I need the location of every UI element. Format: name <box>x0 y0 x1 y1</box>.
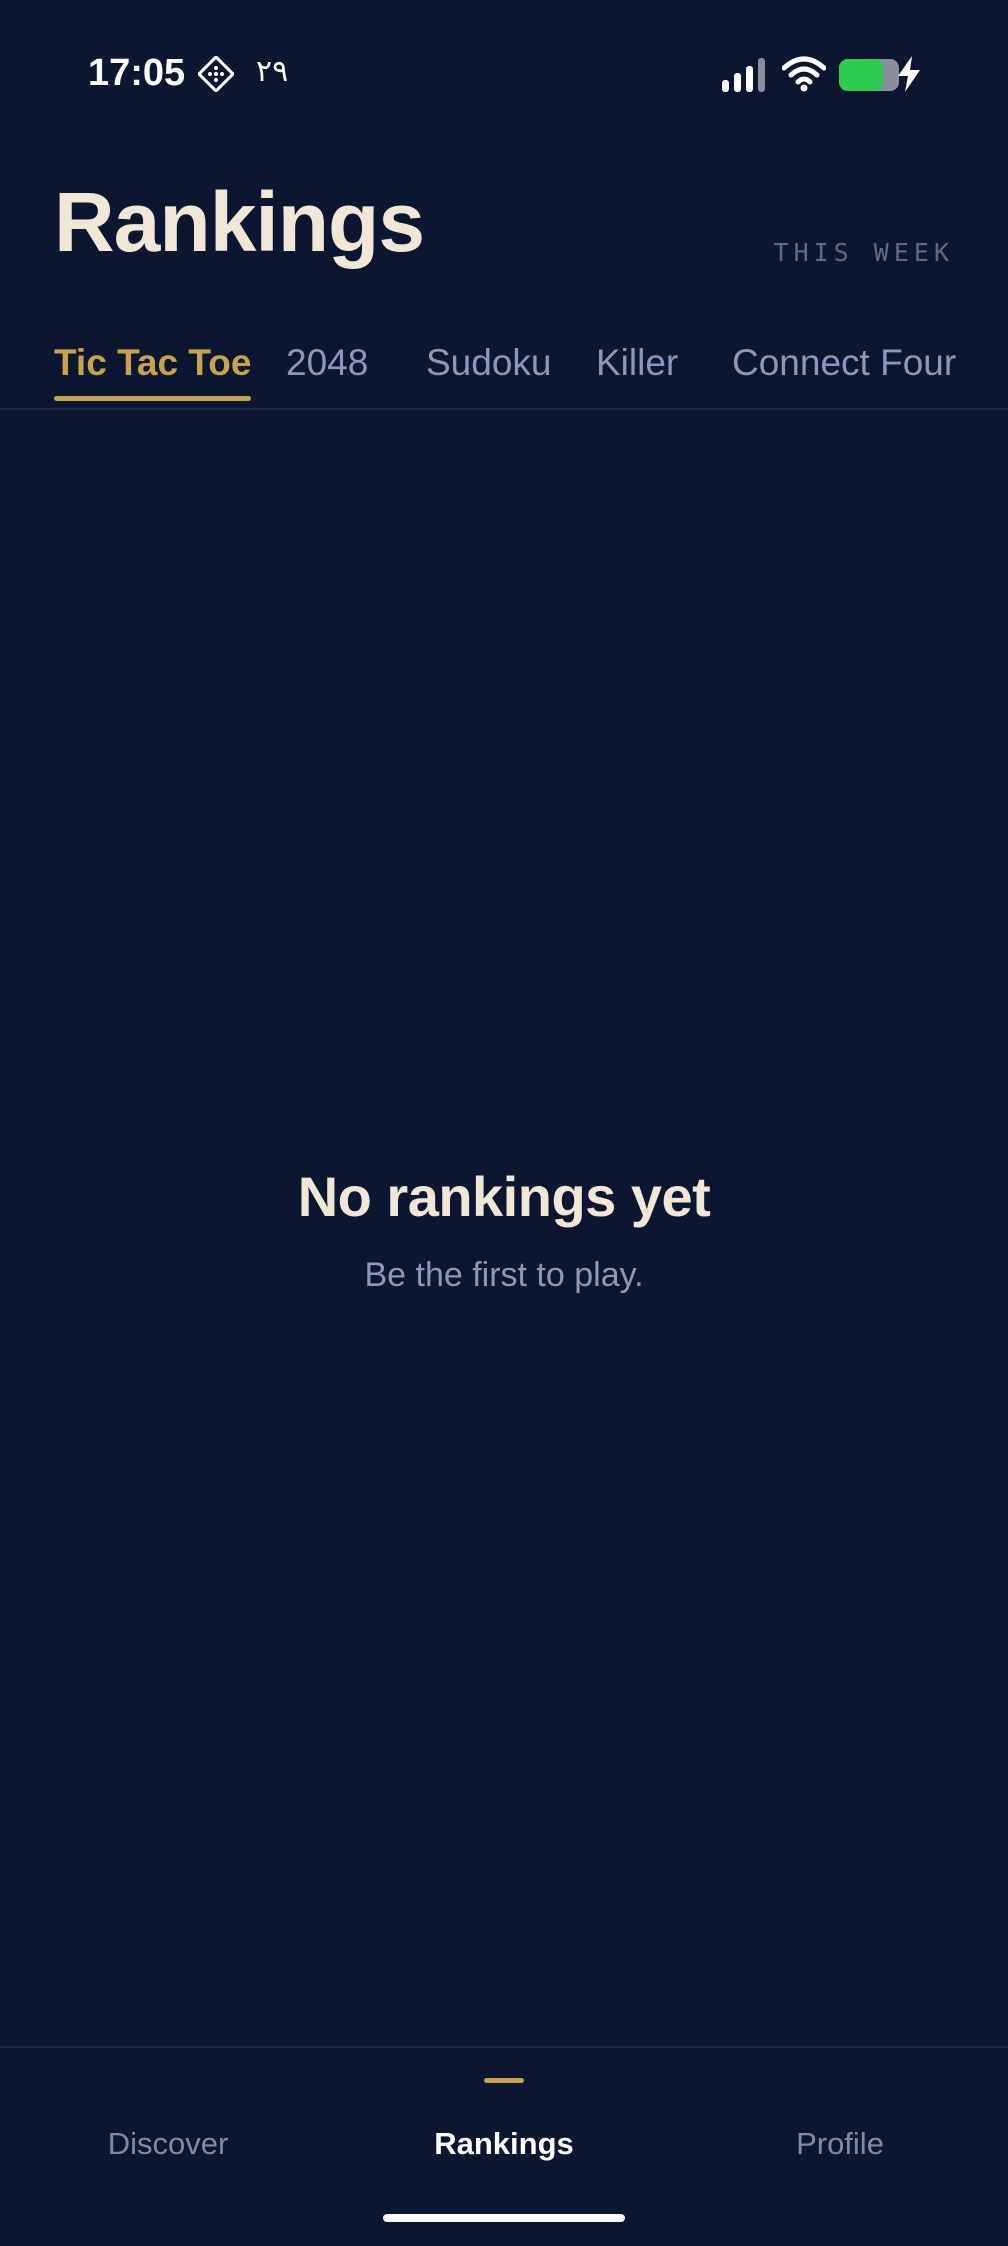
nav-discover[interactable]: Discover <box>0 2126 336 2162</box>
period-filter[interactable]: THIS WEEK <box>774 238 954 267</box>
status-arabic-text: ۲۹ <box>256 54 289 89</box>
empty-state-subtitle: Be the first to play. <box>364 1256 644 1294</box>
home-indicator[interactable] <box>383 2214 625 2222</box>
tab-sudoku[interactable]: Sudoku <box>426 344 552 401</box>
wifi-icon <box>781 56 827 92</box>
tab-tic-tac-toe[interactable]: Tic Tac Toe <box>54 344 252 401</box>
tab-killer[interactable]: Killer <box>596 344 678 401</box>
nav-rankings[interactable]: Rankings <box>336 2126 672 2162</box>
cellular-signal-icon <box>722 58 768 92</box>
diamond-grid-icon <box>196 54 236 94</box>
battery-icon <box>838 58 904 92</box>
empty-state-title: No rankings yet <box>297 1165 711 1228</box>
nav-profile[interactable]: Profile <box>672 2126 1008 2162</box>
tab-2048[interactable]: 2048 <box>286 344 368 401</box>
tab-connect-four[interactable]: Connect Four <box>732 344 956 401</box>
bolt-icon <box>896 56 922 92</box>
page-title: Rankings <box>54 175 425 269</box>
active-tab-indicator <box>484 2078 524 2083</box>
game-tabs: Tic Tac Toe 2048 Sudoku Killer Connect F… <box>0 330 1008 410</box>
status-bar: 17:05 ۲۹ <box>0 0 1008 150</box>
status-time: 17:05 <box>88 52 186 94</box>
